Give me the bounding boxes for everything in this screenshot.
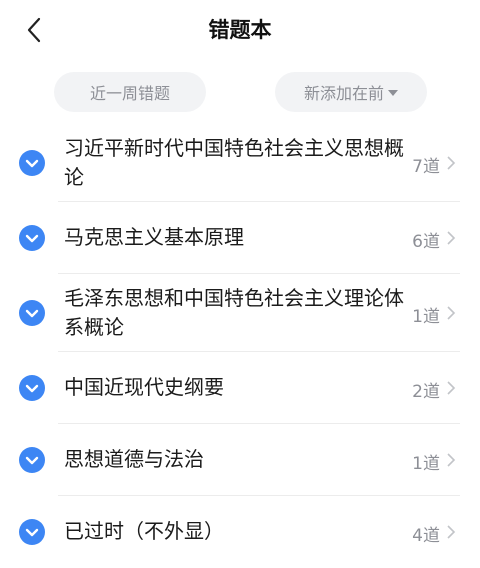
- chevron-right-icon: [447, 525, 456, 539]
- subject-title: 马克思主义基本原理: [64, 225, 244, 249]
- page-title: 错题本: [208, 18, 272, 42]
- subject-list: 习近平新时代中国特色社会主义思想概论 7道 马克思主义基本原理 6道 毛泽东思想…: [0, 124, 480, 568]
- header-bar: 错题本: [0, 0, 480, 60]
- recent-week-filter-label: 近一周错题: [89, 84, 170, 103]
- sort-order-label: 新添加在前: [303, 84, 384, 103]
- filter-bar: 近一周错题 新添加在前: [0, 72, 480, 112]
- question-count: 1道: [412, 307, 440, 327]
- expand-chevron-icon[interactable]: [19, 150, 45, 176]
- list-item[interactable]: 毛泽东思想和中国特色社会主义理论体系概论 1道: [0, 274, 480, 352]
- list-item[interactable]: 习近平新时代中国特色社会主义思想概论 7道: [0, 124, 480, 202]
- caret-down-icon: [388, 89, 398, 96]
- question-count: 1道: [412, 454, 440, 474]
- recent-week-filter-button[interactable]: 近一周错题: [54, 72, 206, 112]
- expand-chevron-icon[interactable]: [19, 519, 45, 545]
- subject-title: 习近平新时代中国特色社会主义思想概论: [64, 136, 404, 189]
- question-count: 7道: [412, 157, 440, 177]
- question-count: 2道: [412, 382, 440, 402]
- list-item[interactable]: 中国近现代史纲要 2道: [0, 352, 480, 424]
- chevron-right-icon: [447, 453, 456, 467]
- subject-title: 思想道德与法治: [64, 447, 204, 471]
- question-count: 4道: [412, 526, 440, 546]
- expand-chevron-icon[interactable]: [19, 300, 45, 326]
- chevron-right-icon: [447, 231, 456, 245]
- expand-chevron-icon[interactable]: [19, 225, 45, 251]
- list-item[interactable]: 马克思主义基本原理 6道: [0, 202, 480, 274]
- expand-chevron-icon[interactable]: [19, 447, 45, 473]
- chevron-right-icon: [447, 156, 456, 170]
- subject-title: 中国近现代史纲要: [64, 375, 224, 399]
- chevron-right-icon: [447, 381, 456, 395]
- list-item[interactable]: 思想道德与法治 1道: [0, 424, 480, 496]
- chevron-right-icon: [447, 306, 456, 320]
- sort-order-dropdown[interactable]: 新添加在前: [275, 72, 427, 112]
- subject-title: 毛泽东思想和中国特色社会主义理论体系概论: [64, 286, 404, 339]
- expand-chevron-icon[interactable]: [19, 375, 45, 401]
- question-count: 6道: [412, 232, 440, 252]
- subject-title: 已过时（不外显）: [64, 519, 224, 543]
- list-item[interactable]: 已过时（不外显） 4道: [0, 496, 480, 568]
